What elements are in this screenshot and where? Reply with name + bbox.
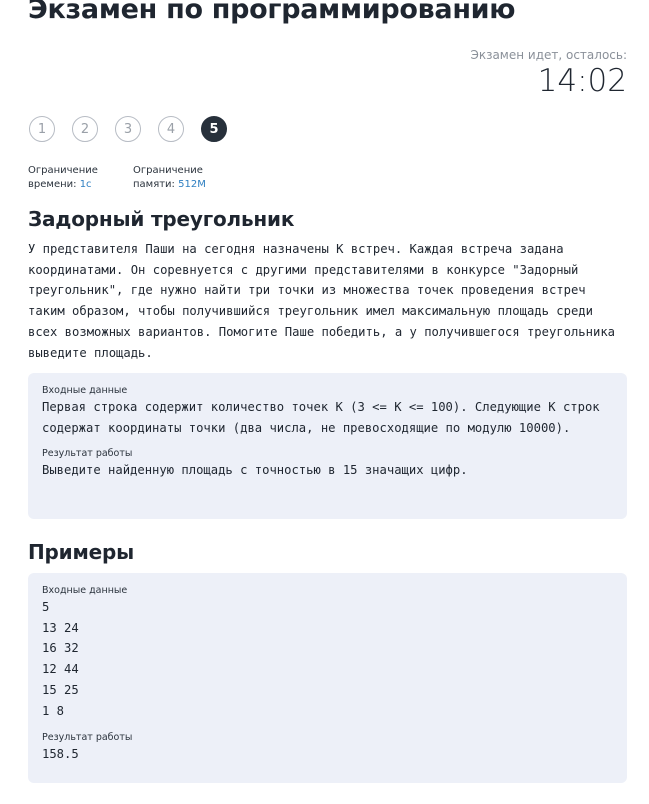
input-spec-text: Первая строка содержит количество точек … bbox=[42, 400, 607, 435]
timer-value: 14:02 bbox=[537, 63, 627, 99]
output-spec-text: Выведите найденную площадь с точностью в… bbox=[42, 463, 468, 478]
memory-limit-line2: памяти: 512M bbox=[133, 178, 206, 192]
example-box: Входные данные 5 13 24 16 32 12 44 15 25… bbox=[28, 573, 627, 783]
memory-limit-label2: памяти: bbox=[133, 179, 175, 190]
page-title: Экзамен по программированию bbox=[28, 0, 516, 25]
example-output-label: Результат работы bbox=[42, 732, 133, 744]
problem-title: Задорный треугольник bbox=[28, 207, 295, 231]
exam-timer: Экзамен идет, осталось: 14:02 bbox=[470, 48, 627, 99]
example-input-label: Входные данные bbox=[42, 585, 128, 596]
memory-limit-label: Ограничение bbox=[133, 165, 203, 176]
time-limit-label2: времени: bbox=[28, 179, 77, 190]
step-3-button[interactable]: 3 bbox=[115, 116, 141, 142]
memory-limit: Ограничение памяти: 512M bbox=[133, 164, 206, 192]
timer-label: Экзамен идет, осталось: bbox=[470, 48, 627, 62]
example-input-text: 5 13 24 16 32 12 44 15 25 1 8 bbox=[42, 600, 79, 718]
memory-limit-value: 512M bbox=[178, 179, 206, 190]
output-spec-label: Результат работы bbox=[42, 448, 133, 460]
time-limit-label: Ограничение bbox=[28, 165, 98, 176]
step-4-button[interactable]: 4 bbox=[158, 116, 184, 142]
step-2-button[interactable]: 2 bbox=[72, 116, 98, 142]
example-output-text: 158.5 bbox=[42, 747, 79, 762]
step-1-button[interactable]: 1 bbox=[29, 116, 55, 142]
time-limit: Ограничение времени: 1c bbox=[28, 164, 98, 192]
io-spec-box: Входные данные Первая строка содержит ко… bbox=[28, 373, 627, 519]
examples-title: Примеры bbox=[28, 540, 134, 564]
input-spec-label: Входные данные bbox=[42, 385, 128, 396]
step-5-button[interactable]: 5 bbox=[201, 116, 227, 142]
task-stepper: 1 2 3 4 5 bbox=[29, 116, 227, 142]
time-limit-line2: времени: 1c bbox=[28, 178, 98, 192]
problem-statement: У представителя Паши на сегодня назначен… bbox=[28, 242, 615, 360]
time-limit-value: 1c bbox=[79, 179, 92, 190]
